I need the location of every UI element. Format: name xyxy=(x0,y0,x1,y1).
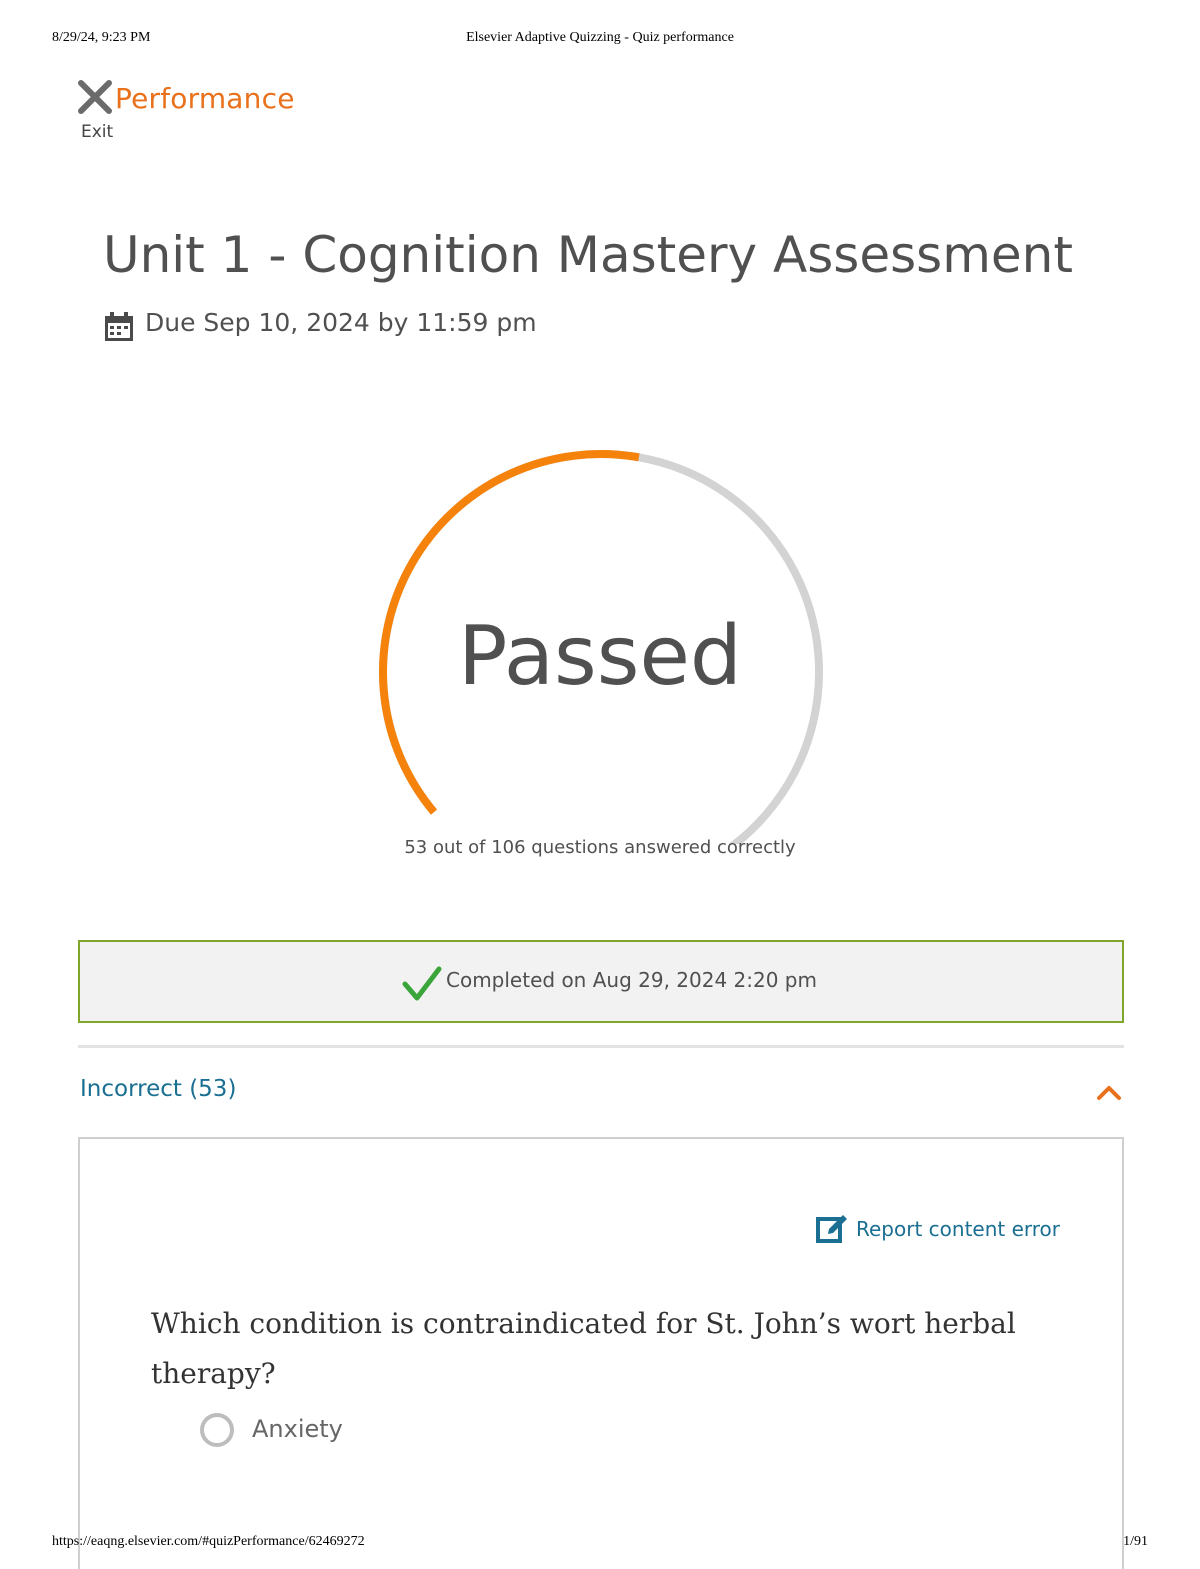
completion-banner: Completed on Aug 29, 2024 2:20 pm xyxy=(78,940,1124,1023)
checkmark-icon xyxy=(402,966,442,1001)
section-divider xyxy=(78,1045,1124,1048)
completion-text: Completed on Aug 29, 2024 2:20 pm xyxy=(446,968,817,992)
calendar-icon xyxy=(105,312,133,341)
score-summary: 53 out of 106 questions answered correct… xyxy=(404,837,796,858)
close-icon xyxy=(78,80,112,114)
due-text: Due Sep 10, 2024 by 11:59 pm xyxy=(145,308,537,337)
question-card: Report content error Which condition is … xyxy=(78,1137,1124,1569)
score-gauge: Passed xyxy=(370,444,830,865)
incorrect-section-toggle[interactable]: Incorrect (53) xyxy=(78,1070,1124,1114)
question-text: Which condition is contraindicated for S… xyxy=(151,1307,1016,1390)
quiz-title: Unit 1 - Cognition Mastery Assessment xyxy=(103,226,1073,284)
exit-label: Exit xyxy=(81,122,114,142)
edit-icon xyxy=(816,1215,847,1243)
page-heading: Performance xyxy=(115,82,295,115)
print-page-number: 1/91 xyxy=(1123,1534,1148,1549)
print-page-title: Elsevier Adaptive Quizzing - Quiz perfor… xyxy=(466,30,734,45)
chevron-up-icon xyxy=(1097,1086,1121,1100)
incorrect-section-title: Incorrect (53) xyxy=(80,1076,237,1102)
answer-option-label: Anxiety xyxy=(252,1415,343,1443)
result-status: Passed xyxy=(458,609,742,704)
print-url: https://eaqng.elsevier.com/#quizPerforma… xyxy=(52,1534,365,1549)
print-header: 8/29/24, 9:23 PM Elsevier Adaptive Quizz… xyxy=(0,30,1200,50)
report-content-error-label: Report content error xyxy=(856,1217,1061,1241)
print-footer: https://eaqng.elsevier.com/#quizPerforma… xyxy=(0,1534,1200,1554)
radio-unselected-icon xyxy=(200,1413,234,1447)
